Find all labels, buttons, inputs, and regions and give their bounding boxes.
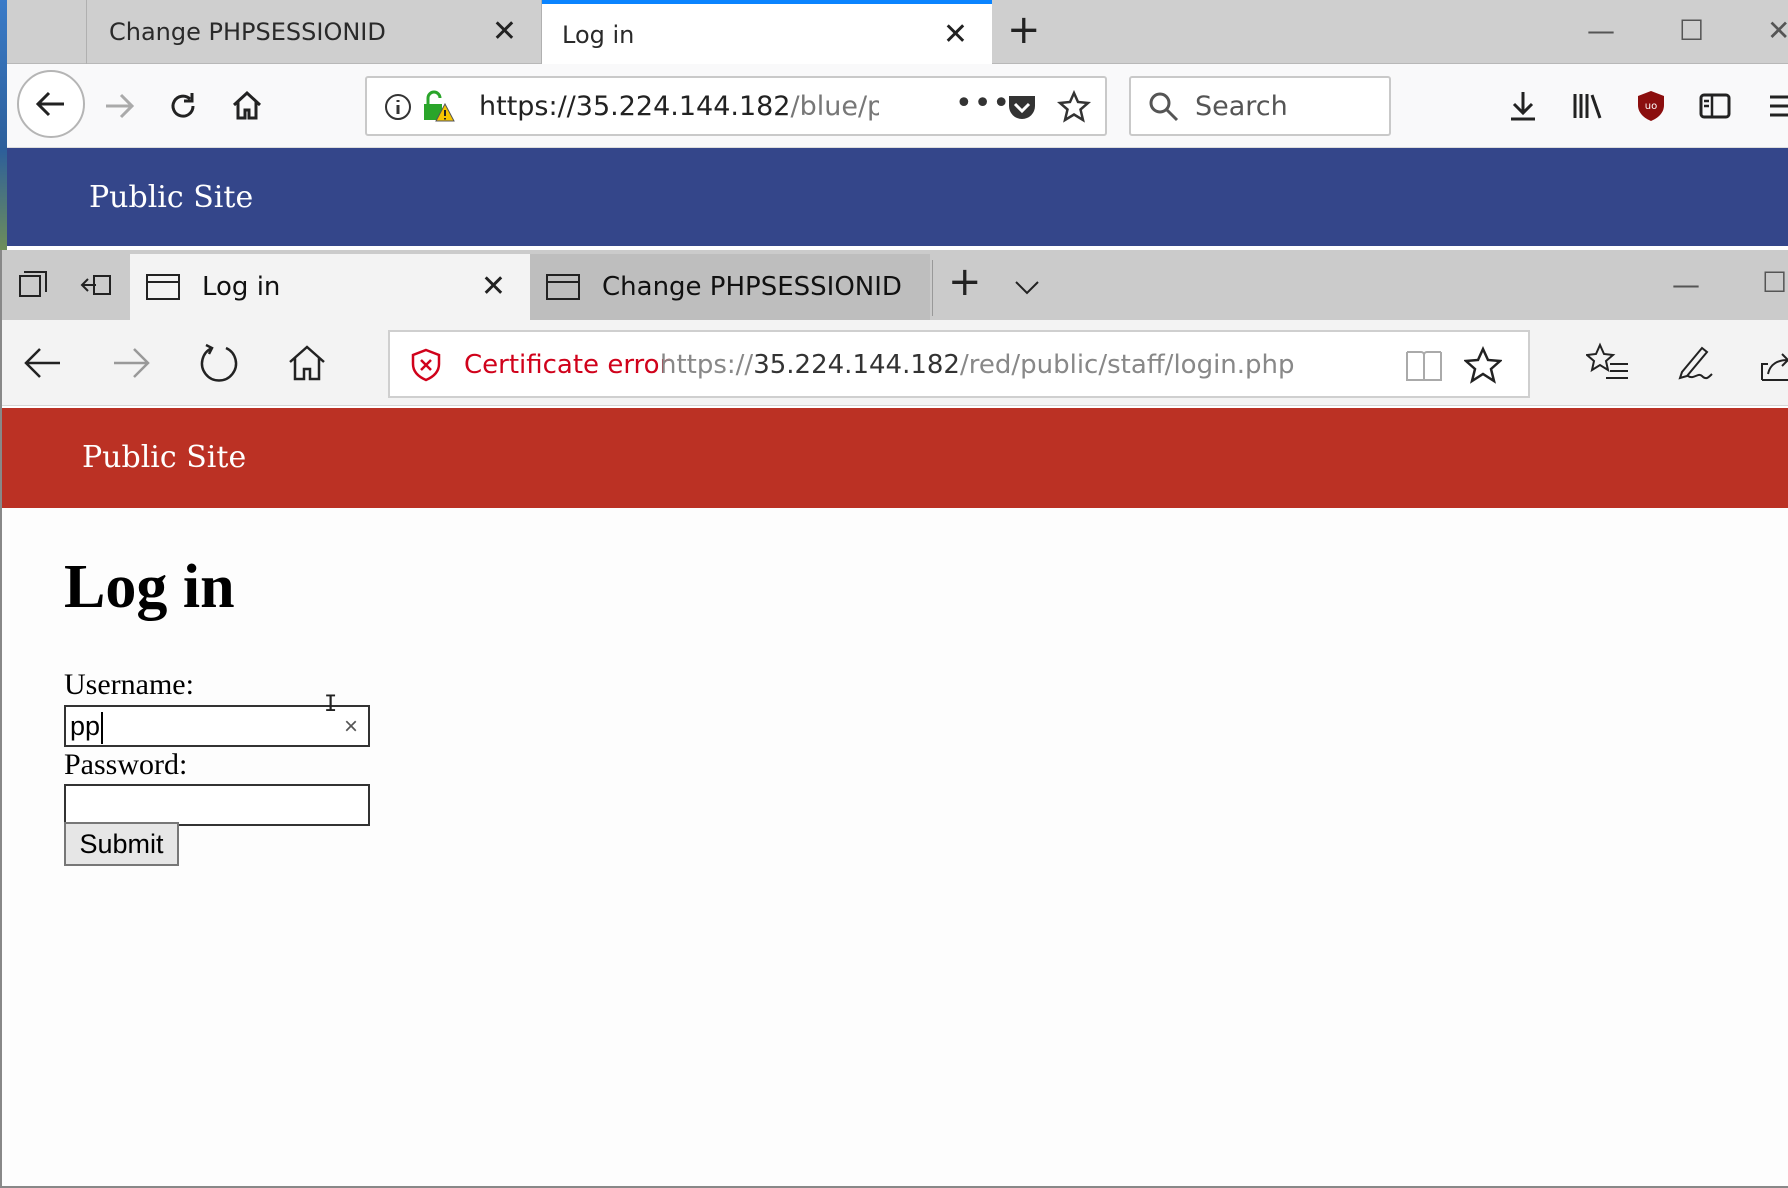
close-icon[interactable]: ✕ (492, 17, 517, 47)
password-label: Password: (64, 748, 188, 781)
url-host: https://35.224.144.182 (479, 91, 791, 122)
username-value: pp (70, 711, 101, 741)
arrow-left-icon[interactable] (22, 342, 64, 384)
page-title: Log in (64, 553, 235, 621)
home-button[interactable] (221, 80, 273, 132)
tab-overflow-area[interactable] (7, 0, 87, 64)
text-caret (101, 712, 103, 744)
firefox-nav-bar: https://35.224.144.182/blue/pub ••• Sear… (7, 64, 1788, 148)
url-host: 35.224.144.182 (753, 350, 960, 380)
site-title[interactable]: Public Site (89, 180, 253, 215)
firefox-site-header: Public Site (7, 148, 1788, 246)
page-tab-icon (546, 274, 580, 300)
minimize-icon[interactable]: — (1587, 14, 1615, 47)
text-cursor-icon: I (324, 692, 338, 717)
tab-label: Change PHPSESSIONID (109, 18, 386, 46)
firefox-tab-log-in[interactable]: Log in ✕ (542, 0, 992, 65)
maximize-icon[interactable]: ☐ (1679, 14, 1704, 47)
tab-divider (932, 260, 933, 316)
site-title[interactable]: Public Site (82, 440, 246, 475)
minimize-icon[interactable]: — (1672, 268, 1700, 301)
set-aside-tabs-icon[interactable] (78, 268, 112, 302)
svg-text:uo: uo (1645, 101, 1657, 112)
sidebar-button[interactable] (1689, 80, 1741, 132)
new-tab-plus-icon[interactable]: + (948, 262, 982, 302)
forward-button[interactable] (93, 80, 145, 132)
share-icon[interactable] (1758, 344, 1788, 384)
close-icon[interactable]: ✕ (943, 19, 968, 50)
pocket-icon[interactable] (1005, 90, 1039, 124)
page-tab-icon (146, 274, 180, 300)
url-path: /blue/pub (790, 91, 880, 122)
url-scheme: https:// (660, 350, 754, 380)
library-icon (1573, 94, 1602, 119)
refresh-icon[interactable] (198, 342, 240, 384)
arrow-right-icon[interactable] (110, 342, 152, 384)
search-placeholder: Search (1195, 91, 1288, 122)
page-content: Log in Username: pp × I Password: Submit (2, 508, 1788, 1186)
ublock-shield-icon: uo (1638, 91, 1664, 121)
hamburger-menu-icon (1770, 95, 1788, 117)
arrow-left-icon (35, 91, 64, 117)
arrow-right-icon (106, 93, 135, 119)
download-icon (1511, 92, 1535, 121)
tab-label: Log in (202, 272, 281, 302)
reading-view-icon[interactable] (1404, 348, 1444, 384)
password-field[interactable] (64, 784, 370, 826)
url-path: /red/public/staff/login.php (959, 350, 1295, 380)
insecure-lock-icon[interactable] (421, 90, 455, 124)
bookmark-star-icon[interactable] (1057, 90, 1091, 124)
favorite-star-icon[interactable] (1464, 346, 1502, 384)
edge-address-bar[interactable]: Certificate error https://35.224.144.182… (388, 330, 1530, 398)
menu-button[interactable] (1755, 80, 1788, 132)
firefox-search-box[interactable]: Search (1129, 76, 1391, 136)
edge-tab-bar: Log in ✕ Change PHPSESSIONID + — ☐ (2, 250, 1788, 320)
clear-field-icon[interactable]: × (344, 713, 358, 741)
page-actions-icon[interactable]: ••• (955, 86, 1011, 121)
tab-label: Change PHPSESSIONID (602, 272, 902, 302)
shield-error-icon[interactable] (410, 348, 442, 382)
info-icon[interactable] (383, 92, 413, 122)
pen-notes-icon[interactable] (1674, 342, 1716, 384)
edge-window: Log in ✕ Change PHPSESSIONID + — ☐ Certi… (0, 250, 1788, 1188)
url-text: https://35.224.144.182/blue/pub (479, 91, 879, 122)
edge-nav-bar: Certificate error https://35.224.144.182… (2, 320, 1788, 406)
maximize-icon[interactable]: ☐ (1762, 266, 1787, 299)
username-label: Username: (64, 668, 194, 701)
firefox-window: Change PHPSESSIONID ✕ Log in ✕ + — ☐ ✕ h… (0, 0, 1788, 250)
home-icon (232, 90, 262, 120)
ublock-button[interactable]: uo (1625, 80, 1677, 132)
library-button[interactable] (1561, 80, 1613, 132)
tab-label: Log in (562, 20, 635, 49)
firefox-url-bar[interactable]: https://35.224.144.182/blue/pub ••• (365, 76, 1107, 136)
reload-button[interactable] (157, 80, 209, 132)
reload-icon (171, 93, 195, 118)
desktop-edge (0, 0, 7, 250)
new-tab-plus-icon[interactable]: + (1007, 10, 1041, 50)
window-close-icon[interactable]: ✕ (1767, 14, 1788, 47)
url-text: https://35.224.144.182/red/public/staff/… (660, 350, 1295, 380)
downloads-button[interactable] (1497, 80, 1549, 132)
close-icon[interactable]: ✕ (481, 272, 506, 302)
certificate-error-label[interactable]: Certificate error (464, 350, 670, 380)
back-button[interactable] (17, 70, 85, 138)
edge-site-header: Public Site (2, 408, 1788, 508)
submit-button[interactable]: Submit (64, 822, 179, 866)
favorites-hub-icon[interactable] (1586, 342, 1630, 382)
tabs-aside-icon[interactable] (16, 268, 50, 302)
chevron-down-icon[interactable] (1012, 272, 1042, 302)
edge-tab-change-phpsessionid[interactable]: Change PHPSESSIONID (530, 254, 930, 320)
firefox-tab-change-phpsessionid[interactable]: Change PHPSESSIONID ✕ (87, 0, 542, 64)
sidebar-icon (1699, 93, 1731, 119)
search-icon (1149, 92, 1179, 122)
edge-tab-log-in[interactable]: Log in ✕ (130, 254, 530, 320)
home-icon[interactable] (286, 342, 328, 384)
firefox-tab-bar: Change PHPSESSIONID ✕ Log in ✕ + — ☐ ✕ (7, 0, 1788, 65)
